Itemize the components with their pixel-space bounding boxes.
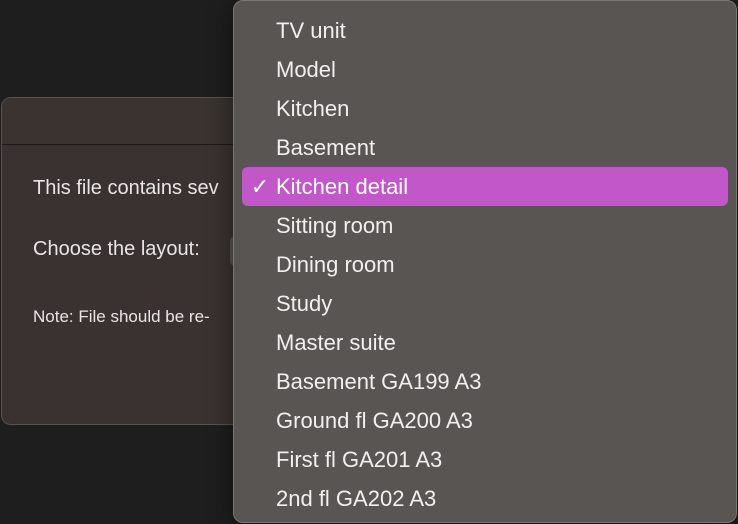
layout-menu-list: TV unit Model Kitchen Basement ✓ Kitchen… [234,11,736,518]
menu-item-label: Model [276,57,336,82]
menu-item-ground-fl-ga200-a3[interactable]: Ground fl GA200 A3 [242,401,728,440]
menu-item-label: Master suite [276,330,396,355]
dialog-message: This file contains sev [33,177,219,199]
menu-item-label: Basement GA199 A3 [276,369,482,394]
menu-item-basement-ga199-a3[interactable]: Basement GA199 A3 [242,362,728,401]
menu-item-master-suite[interactable]: Master suite [242,323,728,362]
menu-item-label: Dining room [276,252,395,277]
menu-item-label: Kitchen detail [276,174,409,199]
checkmark-icon: ✓ [250,174,270,199]
screen: This file contains sev Choose the layout… [0,0,738,524]
menu-item-label: Ground fl GA200 A3 [276,408,473,433]
menu-item-label: TV unit [276,18,346,43]
layout-dropdown-menu: TV unit Model Kitchen Basement ✓ Kitchen… [233,0,737,523]
menu-item-2nd-fl-ga202-a3[interactable]: 2nd fl GA202 A3 [242,479,728,518]
menu-item-study[interactable]: Study [242,284,728,323]
menu-item-kitchen[interactable]: Kitchen [242,89,728,128]
menu-item-first-fl-ga201-a3[interactable]: First fl GA201 A3 [242,440,728,479]
menu-item-label: Study [276,291,333,316]
menu-item-kitchen-detail[interactable]: ✓ Kitchen detail [242,167,728,206]
menu-item-label: Kitchen [276,96,350,121]
menu-item-label: First fl GA201 A3 [276,447,443,472]
choose-layout-label: Choose the layout: [33,238,200,260]
menu-item-model[interactable]: Model [242,50,728,89]
menu-item-sitting-room[interactable]: Sitting room [242,206,728,245]
menu-item-label: 2nd fl GA202 A3 [276,486,437,511]
dialog-note: Note: File should be re- [33,307,210,326]
menu-item-basement[interactable]: Basement [242,128,728,167]
menu-item-dining-room[interactable]: Dining room [242,245,728,284]
menu-item-label: Basement [276,135,376,160]
menu-item-label: Sitting room [276,213,394,238]
menu-item-tv-unit[interactable]: TV unit [242,11,728,50]
